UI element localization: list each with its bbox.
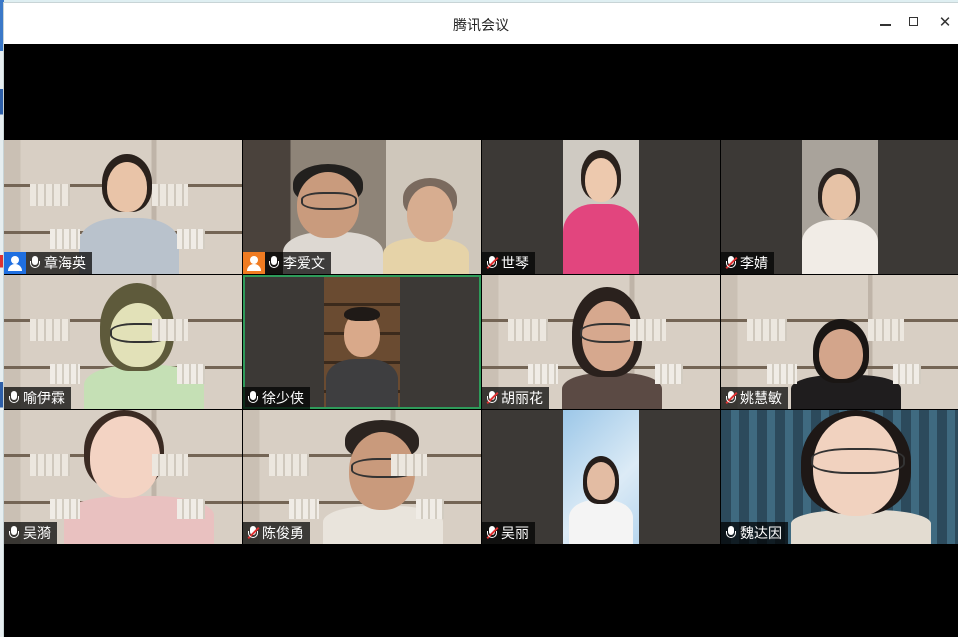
muted-microphone-icon	[486, 255, 499, 271]
participant-label: 吴漪	[4, 522, 57, 544]
participant-label: 李爱文	[243, 252, 331, 274]
microphone-icon	[247, 390, 259, 406]
video-tile[interactable]: 吴漪	[4, 410, 242, 544]
participant-name: 魏达因	[740, 525, 782, 541]
participant-label: 喻伊霖	[4, 387, 71, 409]
microphone-icon	[725, 525, 737, 541]
participant-name: 世琴	[501, 255, 529, 271]
participant-name: 李婧	[740, 255, 768, 271]
close-icon: ✕	[938, 14, 952, 31]
participant-video	[802, 140, 878, 274]
participant-label: 徐少侠	[243, 387, 310, 409]
participant-label: 吴丽	[482, 522, 535, 544]
microphone-icon	[8, 525, 20, 541]
meeting-window: 腾讯会议 ✕ 章海英 李爱文 世琴 李婧 喻伊霖 徐少侠 胡丽花 姚慧敏 吴漪 …	[4, 3, 958, 637]
video-tile[interactable]: 魏达因	[721, 410, 958, 544]
cohost-badge-icon	[243, 252, 265, 274]
participant-label: 胡丽花	[482, 387, 549, 409]
participant-name: 吴丽	[501, 525, 529, 541]
video-grid: 章海英 李爱文 世琴 李婧 喻伊霖 徐少侠 胡丽花 姚慧敏 吴漪 陈俊勇 吴丽 …	[4, 140, 958, 544]
video-tile-active-speaker[interactable]: 徐少侠	[243, 275, 481, 409]
video-tile[interactable]: 陈俊勇	[243, 410, 481, 544]
microphone-icon	[8, 390, 20, 406]
maximize-button[interactable]	[903, 11, 927, 35]
participant-video	[323, 420, 443, 544]
participant-label: 魏达因	[721, 522, 788, 544]
participant-name: 胡丽花	[501, 390, 543, 406]
participant-name: 陈俊勇	[262, 525, 304, 541]
video-tile[interactable]: 姚慧敏	[721, 275, 958, 409]
participant-name: 李爱文	[283, 255, 325, 271]
muted-microphone-icon	[486, 525, 499, 541]
host-badge-icon	[4, 252, 26, 274]
muted-microphone-icon	[486, 390, 499, 406]
participant-video	[563, 410, 639, 544]
participant-video	[552, 287, 672, 409]
video-tile[interactable]: 吴丽	[482, 410, 720, 544]
participant-name: 徐少侠	[262, 390, 304, 406]
participant-name: 吴漪	[23, 525, 51, 541]
minimize-button[interactable]	[873, 11, 897, 35]
participant-video	[781, 410, 941, 544]
minimize-icon	[880, 24, 891, 26]
participant-label: 章海英	[4, 252, 92, 274]
participant-name: 章海英	[44, 255, 86, 271]
video-tile[interactable]: 章海英	[4, 140, 242, 274]
muted-microphone-icon	[725, 390, 738, 406]
muted-microphone-icon	[247, 525, 260, 541]
participant-name: 喻伊霖	[23, 390, 65, 406]
microphone-icon	[29, 255, 41, 271]
video-tile[interactable]: 李婧	[721, 140, 958, 274]
muted-microphone-icon	[725, 255, 738, 271]
maximize-icon	[909, 17, 918, 26]
video-tile[interactable]: 世琴	[482, 140, 720, 274]
participant-label: 陈俊勇	[243, 522, 310, 544]
participant-label: 李婧	[721, 252, 774, 274]
participant-video	[324, 277, 400, 407]
participant-video	[791, 319, 901, 409]
participant-label: 世琴	[482, 252, 535, 274]
window-title: 腾讯会议	[453, 17, 509, 33]
video-tile[interactable]: 喻伊霖	[4, 275, 242, 409]
title-bar: 腾讯会议 ✕	[4, 3, 958, 44]
video-tile[interactable]: 李爱文	[243, 140, 481, 274]
participant-video	[563, 140, 639, 274]
participant-name: 姚慧敏	[740, 390, 782, 406]
participant-video	[64, 410, 214, 544]
participant-video	[74, 283, 214, 409]
close-button[interactable]: ✕	[933, 11, 957, 35]
participant-video	[74, 154, 184, 274]
microphone-icon	[268, 255, 280, 271]
participant-label: 姚慧敏	[721, 387, 788, 409]
video-tile[interactable]: 胡丽花	[482, 275, 720, 409]
